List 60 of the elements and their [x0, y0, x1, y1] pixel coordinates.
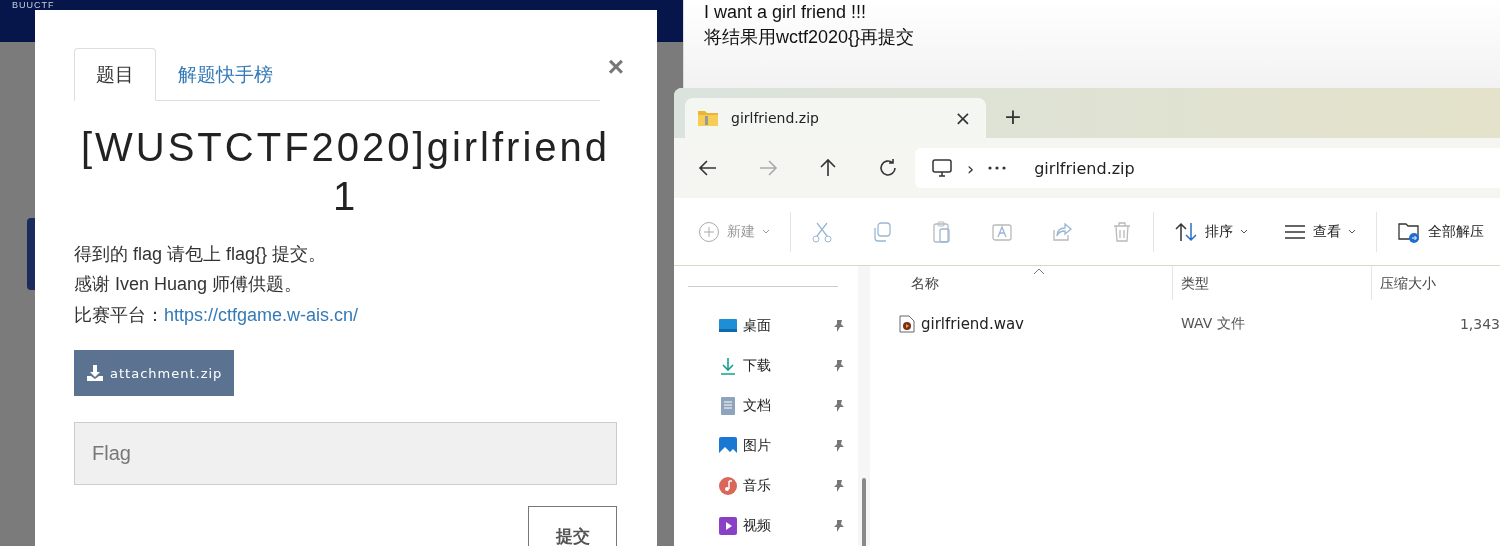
sidebar-item[interactable]: 音乐 [688, 466, 858, 506]
close-tab-button[interactable]: × [950, 105, 976, 131]
platform-link[interactable]: https://ctfgame.w-ais.cn/ [164, 299, 359, 331]
more-icon[interactable] [988, 166, 1007, 170]
flag-input[interactable]: Flag [74, 422, 617, 486]
tab[interactable]: 解题快手榜 [156, 48, 295, 101]
new-tab-button[interactable]: + [1000, 104, 1026, 130]
file-size: 1,343 [1458, 316, 1500, 332]
copy-icon[interactable] [871, 220, 893, 243]
list-icon [1284, 223, 1306, 240]
breadcrumb-separator: › [967, 157, 975, 179]
tab[interactable]: 题目 [74, 48, 156, 101]
plus-icon [698, 220, 720, 243]
zip-folder-icon [697, 109, 719, 127]
download-icon [718, 356, 738, 376]
submit-button[interactable]: 提交 [528, 506, 617, 546]
file-name[interactable]: girlfriend.wav [921, 315, 1024, 333]
sidebar-item[interactable]: 文档 [688, 386, 858, 426]
video-icon [718, 516, 738, 536]
download-icon [86, 364, 104, 383]
attachment-button[interactable]: attachment.zip [74, 350, 235, 397]
sidebar-item[interactable]: 下载 [688, 346, 858, 386]
description-text: 得到的 flag 请包上 flag{} 提交。 [74, 242, 328, 266]
trash-icon[interactable] [1111, 220, 1133, 243]
platform-label: 比赛平台： [74, 303, 164, 327]
note-text: I want a girl friend !!! [704, 1, 868, 24]
caret-icon [1240, 228, 1248, 235]
caret-icon [762, 228, 770, 235]
sort-icon [1174, 220, 1198, 243]
music-icon [718, 476, 738, 496]
file-type: WAV 文件 [1180, 315, 1246, 333]
view-button[interactable]: 查看 [1284, 222, 1356, 241]
clipboard-icon[interactable] [931, 220, 953, 243]
tab-title: girlfriend.zip [731, 110, 820, 126]
sort-up-icon [1033, 268, 1045, 275]
challenge-title: [WUSTCTF2020]girlfriend 1 [79, 124, 612, 220]
description-text: 感谢 Iven Huang 师傅供题。 [74, 273, 304, 297]
note-text: 将结果用wctf2020{}再提交 [704, 26, 916, 49]
extract-all-button[interactable]: 全部解压 [1397, 220, 1484, 243]
column-header[interactable]: 名称 [870, 266, 1173, 300]
audio-file-icon [899, 315, 915, 333]
cut-icon[interactable] [811, 220, 833, 243]
caret-icon [1348, 228, 1356, 235]
sidebar-item[interactable]: 桌面 [688, 306, 858, 346]
sidebar-item[interactable]: 视频 [688, 506, 858, 546]
column-header[interactable]: 压缩大小 [1372, 266, 1500, 300]
computer-icon [931, 157, 953, 179]
share-icon[interactable] [1051, 220, 1073, 243]
close-button[interactable]: × [607, 53, 624, 81]
address-bar[interactable]: › girlfriend.zip [915, 148, 1500, 188]
sidebar-item[interactable]: 图片 [688, 426, 858, 466]
image-icon [718, 436, 738, 456]
scrollbar[interactable] [858, 266, 870, 546]
column-header[interactable]: 类型 [1173, 266, 1372, 300]
site-logo[interactable]: BUUCTF [12, 0, 55, 10]
sort-button[interactable]: 排序 [1174, 220, 1248, 243]
address-path: girlfriend.zip [1034, 158, 1135, 178]
folder-extract-icon [1397, 220, 1421, 243]
explorer-tab[interactable]: girlfriend.zip × [685, 98, 986, 138]
document-icon [718, 396, 738, 416]
